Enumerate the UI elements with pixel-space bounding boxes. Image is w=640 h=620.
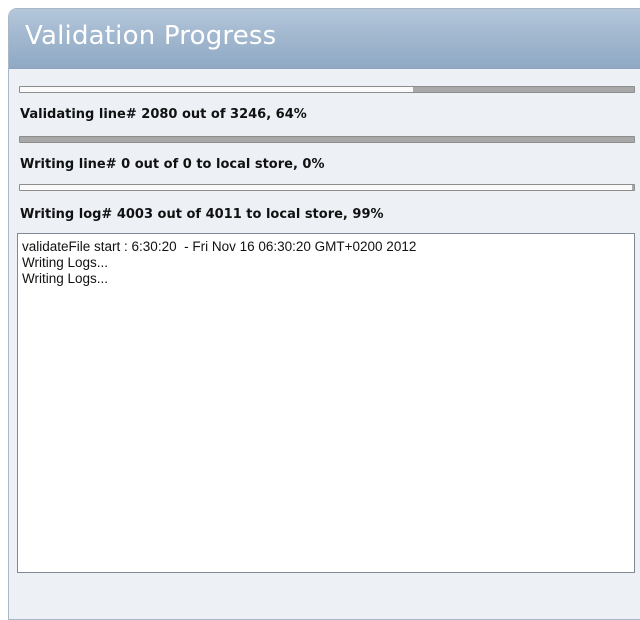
writing-lines-progress-bar — [19, 136, 635, 143]
validating-status-label: Validating line# 2080 out of 3246, 64% — [20, 107, 307, 122]
title-bar: Validation Progress — [9, 9, 640, 69]
log-line: Writing Logs... — [22, 255, 109, 270]
writing-logs-progress-fill — [632, 185, 634, 190]
log-line: Writing Logs... — [22, 271, 109, 286]
writing-logs-status-label: Writing log# 4003 out of 4011 to local s… — [20, 207, 384, 222]
writing-lines-status-label: Writing line# 0 out of 0 to local store,… — [20, 157, 325, 172]
panel-title: Validation Progress — [25, 21, 277, 51]
writing-logs-progress-bar — [19, 184, 635, 191]
validating-progress-bar — [19, 86, 635, 93]
validating-progress-fill — [412, 87, 634, 92]
validation-progress-panel: Validation Progress Validating line# 208… — [8, 8, 640, 620]
log-output-area[interactable]: validateFile start : 6:30:20 - Fri Nov 1… — [17, 233, 635, 573]
log-line: validateFile start : 6:30:20 - Fri Nov 1… — [22, 239, 417, 254]
writing-lines-progress-fill — [20, 137, 634, 142]
